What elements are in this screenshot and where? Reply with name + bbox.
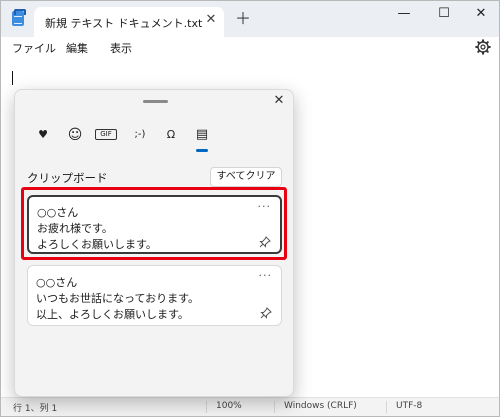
- panel-close-icon[interactable]: ✕: [271, 93, 287, 109]
- tab-title: 新規 テキスト ドキュメント.txt: [45, 17, 203, 30]
- menu-edit[interactable]: 編集: [66, 40, 88, 56]
- notepad-window: 新規 テキスト ドキュメント.txt ✕ ＋ — ☐ ✕ ファイル 編集 表示: [0, 0, 500, 417]
- clipboard-item-line: ○○さん: [36, 276, 78, 289]
- encoding: UTF-8: [396, 401, 423, 411]
- menu-bar: ファイル 編集 表示: [1, 37, 499, 59]
- settings-gear-icon[interactable]: [475, 39, 491, 55]
- clipboard-item[interactable]: ··· ○○さん いつもお世話になっております。 以上、よろしくお願いします。: [27, 265, 282, 326]
- kaomoji-icon[interactable]: ;-): [128, 127, 152, 143]
- line-ending: Windows (CRLF): [284, 401, 357, 411]
- gif-icon[interactable]: GIF: [95, 129, 117, 140]
- maximize-button[interactable]: ☐: [425, 1, 463, 27]
- symbols-icon[interactable]: Ω: [162, 127, 180, 143]
- cursor-position: 行 1、列 1: [13, 404, 58, 414]
- more-options-icon[interactable]: ···: [259, 269, 273, 282]
- tab-close-icon[interactable]: ✕: [204, 12, 218, 28]
- notepad-app-icon: [12, 9, 26, 26]
- sticker-heart-icon[interactable]: ♥: [34, 127, 52, 143]
- close-window-button[interactable]: ✕: [462, 1, 499, 27]
- red-highlight-box: [21, 187, 287, 260]
- active-category-indicator: [196, 149, 208, 152]
- minimize-button[interactable]: —: [385, 1, 423, 27]
- status-divider: [206, 401, 207, 413]
- status-divider: [386, 401, 387, 413]
- clipboard-history-icon[interactable]: ▤: [193, 127, 211, 143]
- menu-view[interactable]: 表示: [110, 40, 132, 56]
- clear-all-button[interactable]: すべてクリア: [210, 167, 282, 187]
- panel-drag-handle[interactable]: [143, 100, 168, 103]
- clipboard-section-title: クリップボード: [27, 171, 108, 185]
- clipboard-item-line: いつもお世話になっております。: [36, 292, 200, 305]
- document-tab[interactable]: 新規 テキスト ドキュメント.txt ✕: [34, 7, 224, 37]
- clipboard-item-line: 以上、よろしくお願いします。: [36, 308, 189, 321]
- new-tab-plus-icon[interactable]: ＋: [235, 11, 251, 27]
- menu-file[interactable]: ファイル: [12, 40, 56, 56]
- zoom-level: 100%: [216, 401, 242, 411]
- title-bar: 新規 テキスト ドキュメント.txt ✕ ＋ — ☐ ✕: [1, 1, 499, 37]
- status-bar: 行 1、列 1 100% Windows (CRLF) UTF-8: [1, 397, 499, 416]
- emoji-smile-icon[interactable]: ☺: [66, 127, 84, 143]
- pin-icon[interactable]: [260, 307, 272, 319]
- text-caret: [12, 71, 13, 85]
- status-divider: [274, 401, 275, 413]
